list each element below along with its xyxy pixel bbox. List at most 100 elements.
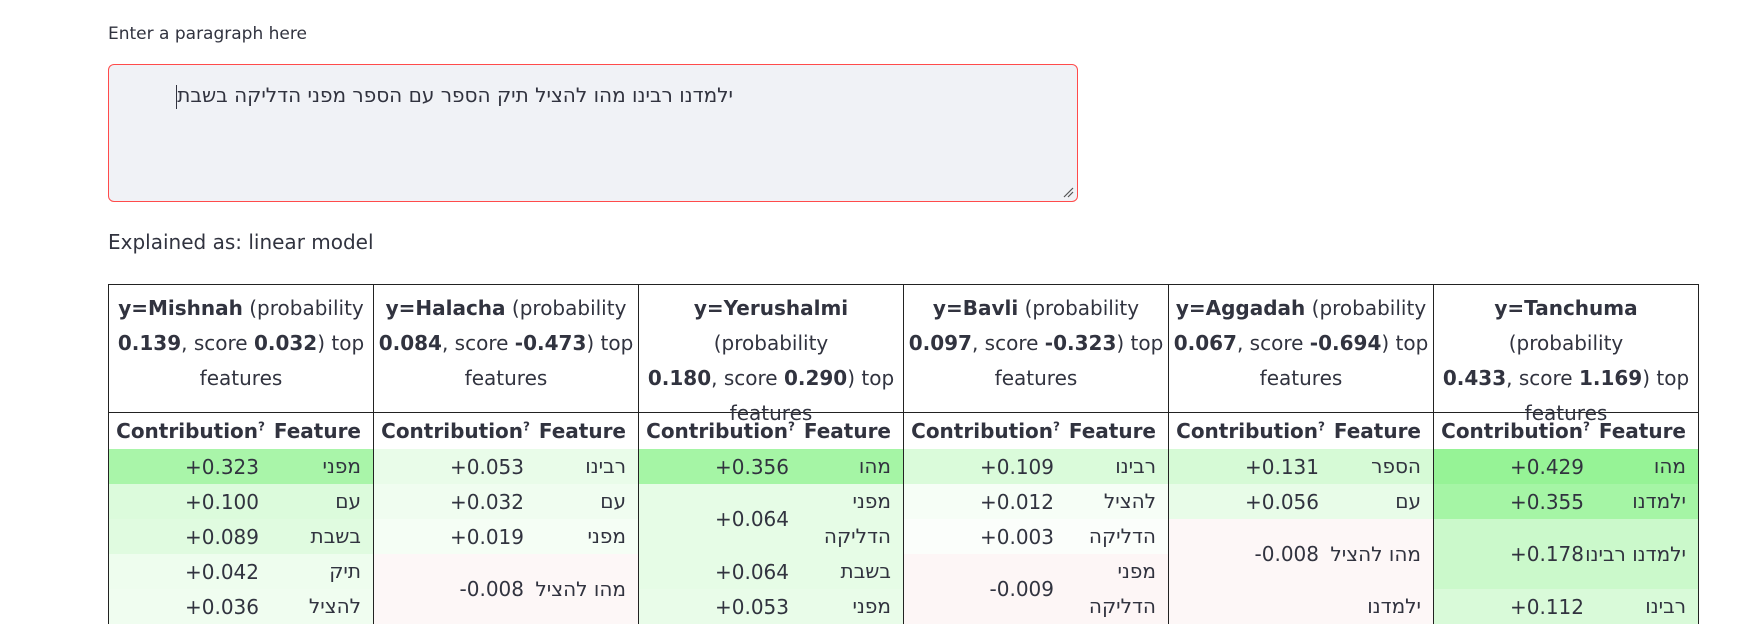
contribution-value: +0.064 — [714, 507, 789, 531]
feature-text: הדליקה — [1088, 524, 1156, 548]
feature-text: להציל — [1103, 489, 1156, 513]
probability-value: 0.084 — [378, 331, 442, 355]
feature-header: Feature — [538, 419, 626, 443]
help-icon[interactable]: ? — [1583, 419, 1590, 433]
explained-as-text: Explained as: linear model — [108, 230, 374, 254]
feature-row: +0.178 ילמדנו רבינו — [1434, 519, 1698, 589]
paragraph-textarea[interactable]: ילמדנו רבינו מהו להציל תיק הספר עם הספר … — [108, 64, 1078, 202]
feature-row: +0.012 להציל — [904, 484, 1168, 519]
top-text: ) top — [586, 331, 634, 355]
score-prefix: , score — [441, 331, 509, 355]
feature-row: +0.131 הספר — [1169, 449, 1433, 484]
score-value: -0.323 — [1044, 331, 1117, 355]
contribution-value: +0.356 — [714, 454, 789, 479]
feature-row: +0.036 להציל — [109, 589, 373, 624]
top-text: ) top — [1642, 366, 1690, 390]
contribution-value: +0.064 — [714, 559, 789, 584]
contribution-value: +0.429 — [1509, 454, 1584, 479]
contribution-value: +0.178 — [1509, 542, 1584, 566]
feature-row: +0.112 רבינו — [1434, 589, 1698, 624]
contribution-label: Contribution — [646, 419, 789, 443]
contribution-label: Contribution — [381, 419, 524, 443]
feature-row: +0.003 הדליקה — [904, 519, 1168, 554]
feature-text: מהו — [1653, 454, 1686, 478]
class-table-5: y=Tanchuma (probability 0.433, score 1.16… — [1434, 285, 1699, 624]
contribution-value: +0.112 — [1509, 594, 1584, 619]
help-icon[interactable]: ? — [1318, 419, 1325, 433]
features-text: features — [994, 366, 1078, 390]
probability-value: 0.097 — [908, 331, 972, 355]
feature-text: מפני הדליקה — [1088, 559, 1156, 618]
contribution-header: Contribution? — [1434, 419, 1594, 443]
feature-row: +0.100 עם — [109, 484, 373, 519]
column-subheader: Contribution? Feature — [904, 413, 1168, 449]
feature-row: +0.089 בשבת — [109, 519, 373, 554]
class-table-2: y=Yerushalmi (probability 0.180, score 0.… — [639, 285, 904, 624]
top-text: ) top — [317, 331, 365, 355]
features-text: features — [1259, 366, 1343, 390]
feature-header: Feature — [803, 419, 891, 443]
feature-text: ילמדנו רבינו — [1585, 541, 1686, 566]
probability-value: 0.139 — [117, 331, 182, 355]
help-icon[interactable]: ? — [523, 419, 530, 433]
class-table-0: y=Mishnah (probability 0.139, score 0.032… — [109, 285, 374, 624]
feature-text: מהו להציל — [535, 576, 626, 601]
feature-text: בשבת — [840, 559, 891, 583]
contribution-value: +0.100 — [184, 489, 259, 514]
feature-row: +0.064 מפני הדליקה — [639, 484, 903, 554]
feature-row: +0.053 מפני — [639, 589, 903, 624]
class-table-header: y=Mishnah (probability 0.139, score 0.032… — [109, 285, 373, 413]
class-name: y=Bavli — [932, 296, 1019, 320]
feature-header: Feature — [273, 419, 361, 443]
contribution-label: Contribution — [1441, 419, 1584, 443]
feature-text: עם — [335, 489, 361, 513]
feature-row: ילמדנו — [1169, 589, 1433, 624]
feature-text: רבינו — [585, 454, 626, 478]
resize-handle-icon[interactable] — [1062, 186, 1074, 198]
help-icon[interactable]: ? — [258, 419, 265, 433]
feature-row: +0.355 ילמדנו — [1434, 484, 1698, 519]
score-value: 0.032 — [253, 331, 318, 355]
feature-row: -0.008 מהו להציל — [1169, 519, 1433, 589]
score-value: -0.473 — [514, 331, 587, 355]
top-text: ) top — [1381, 331, 1429, 355]
feature-row: -0.008 מהו להציל — [374, 554, 638, 624]
help-icon[interactable]: ? — [788, 419, 795, 433]
feature-text: עם — [1395, 489, 1421, 513]
score-prefix: , score — [971, 331, 1039, 355]
contribution-value: +0.089 — [184, 524, 259, 549]
help-icon[interactable]: ? — [1053, 419, 1060, 433]
class-table-header: y=Bavli (probability 0.097, score -0.323)… — [904, 285, 1168, 413]
feature-text: עם — [600, 489, 626, 513]
feature-text: מפני — [322, 454, 361, 478]
feature-row: +0.323 מפני — [109, 449, 373, 484]
class-name: y=Aggadah — [1175, 296, 1306, 320]
probability-text: (probability — [1311, 296, 1427, 320]
contribution-header: Contribution? — [639, 419, 799, 443]
feature-row: +0.056 עם — [1169, 484, 1433, 519]
feature-text: ילמדנו — [1632, 489, 1686, 513]
contribution-label: Contribution — [1176, 419, 1319, 443]
contribution-header: Contribution? — [904, 419, 1064, 443]
contribution-header: Contribution? — [109, 419, 269, 443]
contribution-value: +0.036 — [184, 594, 259, 619]
score-value: 0.290 — [783, 366, 848, 390]
feature-row: +0.064 בשבת — [639, 554, 903, 589]
probability-text: (probability — [511, 296, 627, 320]
contribution-label: Contribution — [911, 419, 1054, 443]
class-name: y=Halacha — [385, 296, 506, 320]
features-text: features — [464, 366, 548, 390]
probability-value: 0.433 — [1442, 366, 1507, 390]
contribution-value: -0.009 — [989, 577, 1054, 601]
probability-text: (probability — [1508, 331, 1624, 355]
contribution-value: +0.053 — [449, 454, 524, 479]
class-name: y=Tanchuma — [1494, 296, 1638, 320]
probability-value: 0.180 — [647, 366, 712, 390]
feature-row: +0.109 רבינו — [904, 449, 1168, 484]
feature-row: +0.019 מפני — [374, 519, 638, 554]
feature-text: הספר — [1371, 454, 1421, 478]
explanation-tables: y=Mishnah (probability 0.139, score 0.032… — [108, 284, 1699, 624]
contribution-value: +0.323 — [184, 454, 259, 479]
contribution-value: +0.131 — [1244, 454, 1319, 479]
feature-text: מפני — [587, 524, 626, 548]
